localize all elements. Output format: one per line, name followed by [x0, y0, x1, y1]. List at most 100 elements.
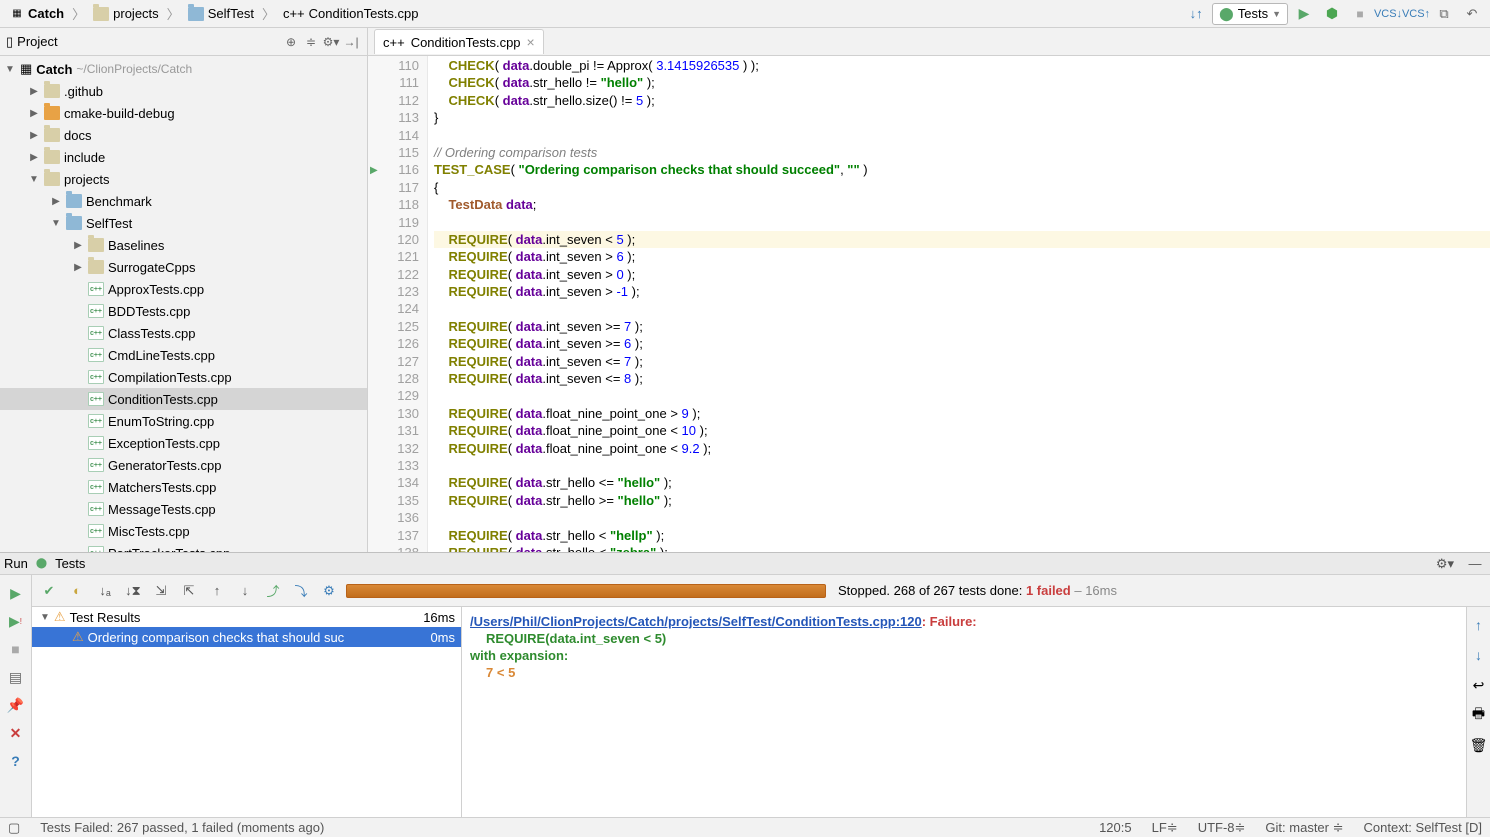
show-ignored-icon[interactable]: ◐	[66, 580, 88, 602]
test-item-label: Ordering comparison checks that should s…	[88, 630, 345, 645]
show-passed-icon[interactable]: ✔	[38, 580, 60, 602]
tree-item[interactable]: c++CmdLineTests.cpp	[0, 344, 367, 366]
expand-icon[interactable]: ▼	[28, 174, 40, 185]
expand-icon[interactable]: ▶	[28, 130, 40, 141]
tree-item[interactable]: ▼SelfTest	[0, 212, 367, 234]
tree-item[interactable]: c++BDDTests.cpp	[0, 300, 367, 322]
run-config-selector[interactable]: ⬤ Tests ▼	[1212, 3, 1288, 25]
file-encoding[interactable]: UTF-8≑	[1198, 820, 1246, 836]
tree-item[interactable]: ▶cmake-build-debug	[0, 102, 367, 124]
tree-item[interactable]: ▼ projects	[0, 168, 367, 190]
soft-wrap-icon[interactable]: ↩	[1469, 675, 1489, 695]
tree-item[interactable]: ▶Benchmark	[0, 190, 367, 212]
context-label[interactable]: Context: SelfTest [D]	[1364, 820, 1483, 835]
tree-item[interactable]: ▶.github	[0, 80, 367, 102]
tree-item[interactable]: ▶ include	[0, 146, 367, 168]
run-tab[interactable]: Run	[4, 556, 28, 571]
sort-icon[interactable]: ↓ₐ	[94, 580, 116, 602]
expand-icon[interactable]: ▶	[28, 108, 40, 119]
test-settings-gear-icon[interactable]: ⚙▾	[1434, 553, 1456, 575]
folder-icon	[93, 7, 109, 21]
tree-item[interactable]: c++ApproxTests.cpp	[0, 278, 367, 300]
folder-icon	[44, 128, 60, 142]
vcs-commit-icon[interactable]: VCS↑	[1404, 3, 1428, 25]
expand-icon[interactable]: ▼	[50, 218, 62, 229]
output-file-link[interactable]: /Users/Phil/ClionProjects/Catch/projects…	[470, 614, 922, 629]
tree-item[interactable]: c++MessageTests.cpp	[0, 498, 367, 520]
debug-button[interactable]: ⬢	[1320, 3, 1344, 25]
git-branch[interactable]: Git: master ≑	[1265, 820, 1343, 836]
stop-button[interactable]: ■	[1348, 3, 1372, 25]
expand-icon[interactable]: ▶	[72, 240, 84, 251]
tree-item[interactable]: ▶docs	[0, 124, 367, 146]
tree-item[interactable]: c++CompilationTests.cpp	[0, 366, 367, 388]
pin-icon[interactable]: 📌	[6, 695, 26, 715]
rerun-failed-button[interactable]: ▶!	[6, 611, 26, 631]
expand-icon[interactable]: ▶	[72, 262, 84, 273]
layout-icon[interactable]: ▤	[6, 667, 26, 687]
tree-item-label: projects	[64, 172, 110, 187]
update-project-icon[interactable]: ↓↑	[1184, 3, 1208, 25]
prev-fail-icon[interactable]: ↑	[206, 580, 228, 602]
tree-item[interactable]: c++GeneratorTests.cpp	[0, 454, 367, 476]
help-icon[interactable]: ?	[6, 751, 26, 771]
hide-run-icon[interactable]: —	[1464, 553, 1486, 575]
scroll-bottom-icon[interactable]: ↓	[1469, 645, 1489, 665]
breadcrumb-item-root[interactable]: ▦Catch	[6, 4, 68, 23]
breadcrumb-item-selftest[interactable]: SelfTest	[184, 4, 258, 23]
test-root-row[interactable]: ▼ ⚠ Test Results 16ms	[32, 607, 461, 627]
breadcrumb-item-file[interactable]: c++ConditionTests.cpp	[279, 4, 423, 23]
tree-item[interactable]: c++EnumToString.cpp	[0, 410, 367, 432]
next-fail-icon[interactable]: ↓	[234, 580, 256, 602]
collapse-all-icon[interactable]: ≑	[301, 32, 321, 52]
expand-icon[interactable]: ▶	[28, 86, 40, 97]
collapse-all-icon[interactable]: ⇱	[178, 580, 200, 602]
caret-position[interactable]: 120:5	[1099, 820, 1132, 835]
tests-tab[interactable]: Tests	[55, 556, 85, 571]
line-number-gutter[interactable]: 110111112113114115▶116117118119120121122…	[368, 56, 428, 552]
tree-item[interactable]: c++MatchersTests.cpp	[0, 476, 367, 498]
rerun-button[interactable]: ▶	[6, 583, 26, 603]
settings-gear-icon[interactable]: ⚙▾	[321, 32, 341, 52]
expand-icon[interactable]: ▶	[50, 196, 62, 207]
clear-icon[interactable]: 🗑	[1469, 735, 1489, 755]
hide-icon[interactable]: →|	[341, 32, 361, 52]
project-tree[interactable]: ▼▦ Catch ~/ClionProjects/Catch▶.github▶c…	[0, 56, 367, 552]
test-gear-icon[interactable]: ⚙	[318, 580, 340, 602]
cpp-file-icon: c++	[88, 348, 104, 362]
tree-item[interactable]: c++ClassTests.cpp	[0, 322, 367, 344]
close-icon[interactable]: ✕	[6, 723, 26, 743]
stop-tests-button[interactable]: ■	[6, 639, 26, 659]
tree-item[interactable]: ▶SurrogateCpps	[0, 256, 367, 278]
vcs-revert-icon[interactable]: ↶	[1460, 3, 1484, 25]
tree-item-label: include	[64, 150, 105, 165]
scroll-top-icon[interactable]: ↑	[1469, 615, 1489, 635]
cpp-file-icon: c++	[88, 392, 104, 406]
test-output-console[interactable]: /Users/Phil/ClionProjects/Catch/projects…	[462, 607, 1466, 817]
tree-item[interactable]: c++MiscTests.cpp	[0, 520, 367, 542]
scroll-to-source-icon[interactable]: ⊕	[281, 32, 301, 52]
run-button[interactable]: ▶	[1292, 3, 1316, 25]
tree-item[interactable]: c++ConditionTests.cpp	[0, 388, 367, 410]
breadcrumb-item-projects[interactable]: projects	[89, 4, 163, 23]
close-tab-icon[interactable]: ×	[527, 34, 535, 50]
sort-duration-icon[interactable]: ↓⧗	[122, 580, 144, 602]
vcs-history-icon[interactable]: ⧉	[1432, 3, 1456, 25]
editor-tab[interactable]: c++ ConditionTests.cpp ×	[374, 29, 544, 54]
import-icon[interactable]: ⤵	[290, 580, 312, 602]
cpp-file-icon: c++	[88, 458, 104, 472]
export-icon[interactable]: ⤴	[262, 580, 284, 602]
tree-root[interactable]: ▼▦ Catch ~/ClionProjects/Catch	[0, 58, 367, 80]
tree-item[interactable]: ▶Baselines	[0, 234, 367, 256]
expand-icon[interactable]: ▶	[28, 152, 40, 163]
tree-item[interactable]: c++PartTrackerTests.cpp	[0, 542, 367, 552]
test-progress-bar	[346, 584, 826, 598]
vcs-update-icon[interactable]: VCS↓	[1376, 3, 1400, 25]
test-results-tree[interactable]: ▼ ⚠ Test Results 16ms ⚠ Ordering compari…	[32, 607, 462, 817]
test-item-row[interactable]: ⚠ Ordering comparison checks that should…	[32, 627, 461, 647]
tree-item[interactable]: c++ExceptionTests.cpp	[0, 432, 367, 454]
expand-all-icon[interactable]: ⇲	[150, 580, 172, 602]
line-separator[interactable]: LF≑	[1152, 820, 1178, 836]
print-icon[interactable]: 🖶	[1469, 705, 1489, 725]
code-editor[interactable]: CHECK( data.double_pi != Approx( 3.14159…	[428, 56, 1490, 552]
